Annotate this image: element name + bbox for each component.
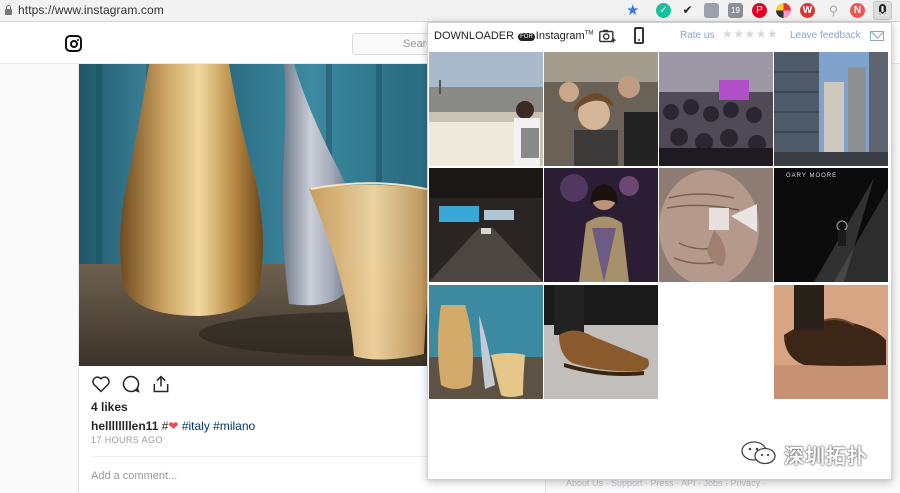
- checkmark-extension-icon[interactable]: ✔: [680, 3, 695, 18]
- lock-icon: [5, 5, 12, 15]
- tile-elderly-face[interactable]: [659, 168, 773, 282]
- color-extension-icon[interactable]: [776, 3, 791, 18]
- popup-header: DOWNLOADER FOR InstagramTM Rate us ★★★★★ …: [428, 23, 893, 51]
- grammarly-extension-icon[interactable]: ✓: [656, 3, 671, 18]
- tile-crowd-selfie[interactable]: [544, 52, 658, 166]
- tile-crowd-event[interactable]: [659, 52, 773, 166]
- comment-input[interactable]: Add a comment...: [91, 470, 177, 482]
- downloader-popup: DOWNLOADER FOR InstagramTM Rate us ★★★★★ …: [427, 22, 892, 480]
- tile-train-station[interactable]: [429, 168, 543, 282]
- hash-heart-icon: #❤: [161, 419, 179, 433]
- url-field[interactable]: https://www.instagram.com: [18, 3, 164, 17]
- wechat-logo-icon: [741, 441, 776, 465]
- comment-icon[interactable]: [121, 374, 141, 394]
- caption-username[interactable]: hellllllllen11: [91, 419, 158, 433]
- downloader-brand: DOWNLOADER FOR InstagramTM: [434, 30, 593, 42]
- caption-hashtags[interactable]: #italy #milano: [182, 419, 255, 433]
- tile-paris-rooftop[interactable]: [429, 52, 543, 166]
- share-icon[interactable]: [151, 374, 171, 394]
- downloader-extension-icon[interactable]: [873, 1, 892, 20]
- mail-icon[interactable]: [870, 31, 884, 41]
- tile-leather-shoe[interactable]: [774, 285, 888, 399]
- tile-blank: [659, 285, 773, 399]
- tile-concert-album[interactable]: GARY MOORE: [774, 168, 888, 282]
- bookmark-star-icon[interactable]: ★: [626, 1, 639, 19]
- browser-address-bar: https://www.instagram.com ★ ✓ ✔ 19 P W ⚲…: [0, 0, 900, 22]
- n-extension-icon[interactable]: N: [850, 3, 865, 18]
- tile-shoe-street[interactable]: [544, 285, 658, 399]
- pinterest-extension-icon[interactable]: P: [752, 3, 767, 18]
- camera-add-icon[interactable]: [599, 29, 616, 43]
- post-timestamp[interactable]: 17 HOURS AGO: [91, 435, 163, 445]
- w-extension-icon[interactable]: W: [800, 3, 815, 18]
- post-caption: hellllllllen11 #❤ #italy #milano: [91, 419, 255, 433]
- heart-icon[interactable]: [91, 374, 111, 394]
- rating-stars[interactable]: ★★★★★: [722, 27, 778, 41]
- brand-suffix: Instagram: [535, 30, 585, 42]
- rate-us-link[interactable]: Rate us: [680, 30, 714, 41]
- tile-vases[interactable]: [429, 285, 543, 399]
- page-extension-icon[interactable]: [704, 3, 719, 18]
- album-title: GARY MOORE: [786, 173, 838, 179]
- search-extension-icon[interactable]: ⚲: [826, 3, 841, 18]
- brand-prefix: DOWNLOADER: [434, 30, 515, 42]
- mobile-phone-icon[interactable]: [634, 27, 644, 44]
- instagram-logo-icon[interactable]: [65, 35, 82, 52]
- brand-badge: FOR: [518, 33, 535, 41]
- tile-city-buildings[interactable]: [774, 52, 888, 166]
- leave-feedback-link[interactable]: Leave feedback: [790, 30, 861, 41]
- tile-woman-portrait[interactable]: [544, 168, 658, 282]
- brand-tm: TM: [584, 30, 594, 37]
- watermark-text: 深圳拓扑: [784, 446, 868, 468]
- badge-extension-icon[interactable]: 19: [728, 3, 743, 18]
- likes-count[interactable]: 4 likes: [91, 400, 128, 414]
- search-input[interactable]: Search: [352, 33, 432, 55]
